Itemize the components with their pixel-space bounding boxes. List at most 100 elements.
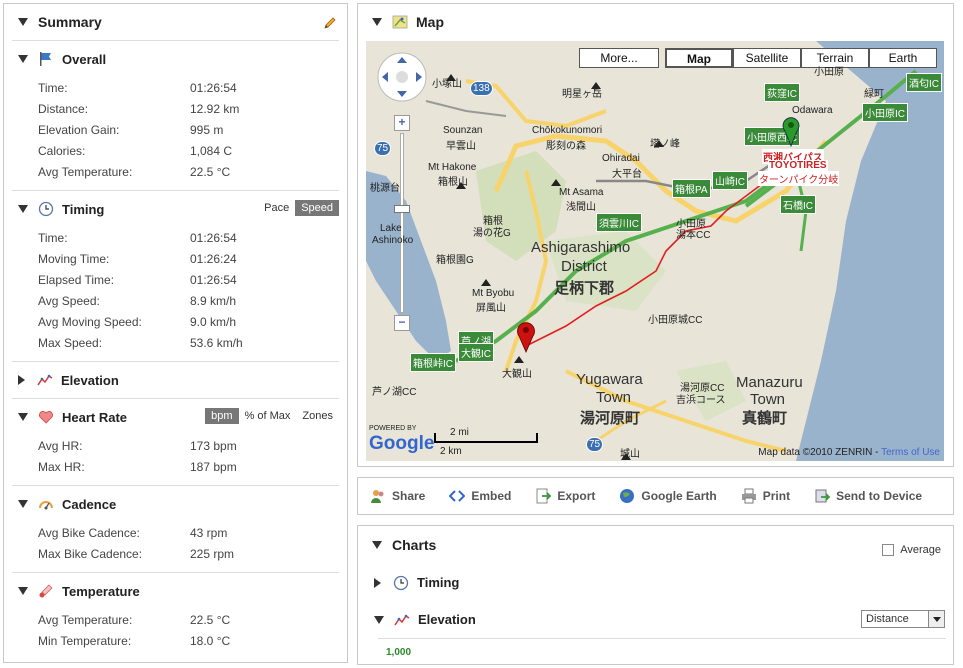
collapse-icon[interactable]: [18, 413, 28, 421]
map-canvas[interactable]: + − More... Map Satellite Terrain Earth …: [366, 41, 944, 461]
dropdown-arrow-icon[interactable]: [928, 611, 944, 627]
x-axis-select[interactable]: Distance: [861, 610, 945, 628]
map-header[interactable]: Map: [358, 4, 953, 40]
chart-timing-title: Timing: [417, 575, 460, 590]
collapse-icon[interactable]: [18, 55, 28, 63]
collapse-icon[interactable]: [374, 615, 384, 624]
average-checkbox[interactable]: [882, 544, 895, 556]
place-label: Town: [750, 391, 786, 408]
stat-label: Avg Moving Speed:: [38, 314, 142, 329]
place-label: Ohiradai: [602, 153, 640, 164]
collapse-icon[interactable]: [18, 18, 28, 26]
stat-value: 9.0 km/h: [190, 314, 237, 329]
expand-icon[interactable]: [18, 375, 25, 385]
pace-toggle[interactable]: Pace: [258, 200, 295, 216]
place-label: ターンパイク分岐: [758, 171, 840, 186]
stat-value: 01:26:54: [190, 80, 237, 95]
charts-header[interactable]: Charts: [358, 526, 953, 564]
collapse-icon[interactable]: [372, 541, 382, 549]
earth-button[interactable]: Earth: [869, 48, 937, 68]
place-label: Mt Byobu: [472, 288, 515, 299]
bpm-toggle[interactable]: bpm: [205, 408, 239, 424]
road-sign: 荻窪IC: [764, 83, 800, 102]
expand-icon[interactable]: [374, 577, 381, 588]
share-button[interactable]: Share: [370, 488, 425, 504]
stat-value: 01:26:54: [190, 230, 237, 245]
average-toggle[interactable]: Average: [882, 544, 941, 556]
stat-label: Elevation Gain:: [38, 122, 120, 137]
heart-rate-header[interactable]: Heart Rate bpm % of Max Zones: [12, 399, 339, 435]
stat-value: 43 rpm: [190, 525, 228, 540]
stat-value: 22.5 °C: [190, 612, 231, 627]
zoom-slider-handle[interactable]: [394, 205, 410, 213]
road-sign: 小田原IC: [862, 103, 908, 122]
place-label: Odawara: [792, 105, 833, 116]
y-axis-tick-label: 1,000: [386, 647, 412, 658]
heart-rate-toggle: bpm % of Max Zones: [205, 408, 339, 424]
elevation-chart-area: [378, 638, 946, 668]
cadence-header[interactable]: Cadence: [12, 486, 339, 522]
pan-control[interactable]: [376, 51, 428, 103]
road-sign: 山崎IC: [712, 171, 748, 190]
print-button[interactable]: Print: [741, 488, 790, 504]
percent-max-toggle[interactable]: % of Max: [239, 408, 297, 424]
temperature-rows: Avg Temperature: 22.5 °C Min Temperature: 1…: [12, 609, 339, 659]
stat-label: Max HR:: [38, 459, 85, 474]
place-label: Lake: [380, 223, 402, 234]
start-marker-icon[interactable]: [782, 117, 800, 147]
charts-title: Charts: [392, 537, 437, 553]
collapse-icon[interactable]: [372, 18, 382, 26]
place-label: 明星ヶ岳: [562, 89, 602, 100]
heart-icon: [38, 409, 54, 425]
stat-row: Avg HR: 173 bpm: [12, 435, 339, 456]
embed-label: Embed: [471, 489, 512, 503]
export-button[interactable]: Export: [535, 488, 595, 504]
chart-elevation-header[interactable]: Elevation Distance: [358, 601, 953, 638]
place-label: 湯本CC: [676, 230, 711, 241]
chart-timing-header[interactable]: Timing: [358, 564, 953, 601]
place-label: 足柄下郡: [554, 280, 615, 297]
zones-toggle[interactable]: Zones: [296, 408, 339, 424]
map-copyright: Map data ©2010 ZENRIN - Terms of Use: [758, 447, 940, 458]
stat-row: Max Speed: 53.6 km/h: [12, 332, 339, 353]
terms-link[interactable]: Terms of Use: [881, 447, 940, 458]
summary-title: Summary: [38, 14, 102, 30]
place-label: 小田原: [814, 67, 844, 78]
globe-icon: [619, 488, 635, 504]
embed-button[interactable]: Embed: [449, 488, 511, 504]
place-label: 吉浜コース: [676, 395, 726, 406]
stat-row: Moving Time: 01:26:24: [12, 248, 339, 269]
collapse-icon[interactable]: [18, 205, 28, 213]
place-label: 彫刻の森: [546, 141, 586, 152]
collapse-icon[interactable]: [18, 500, 28, 508]
timing-toggle: Pace Speed: [258, 200, 339, 216]
road-sign: 箱根PA: [672, 179, 711, 198]
map-title: Map: [416, 14, 444, 30]
overall-rows: Time: 01:26:54 Distance: 12.92 km Elevation …: [12, 77, 339, 190]
place-label: 湯河原町: [580, 410, 641, 427]
more-button[interactable]: More...: [579, 48, 659, 68]
speed-toggle[interactable]: Speed: [295, 200, 339, 216]
zoom-in-button[interactable]: +: [394, 115, 410, 131]
satellite-button[interactable]: Satellite: [733, 48, 801, 68]
summary-header[interactable]: Summary: [4, 4, 347, 40]
export-icon: [535, 488, 552, 504]
google-earth-button[interactable]: Google Earth: [619, 488, 717, 504]
send-to-device-button[interactable]: Send to Device: [814, 488, 922, 504]
end-marker-icon[interactable]: [516, 321, 536, 353]
edit-icon[interactable]: [323, 16, 337, 30]
temperature-header[interactable]: Temperature: [12, 573, 339, 609]
stat-row: Calories: 1,084 C: [12, 140, 339, 161]
map-icon: [392, 14, 408, 30]
google-logo[interactable]: Google: [369, 433, 434, 455]
timing-header[interactable]: Timing Pace Speed: [12, 191, 339, 227]
overall-header[interactable]: Overall: [12, 41, 339, 77]
zoom-out-button[interactable]: −: [394, 315, 410, 331]
stat-value: 12.92 km: [190, 101, 240, 116]
collapse-icon[interactable]: [18, 587, 28, 595]
place-label: 小田原城CC: [648, 315, 703, 326]
map-type-button[interactable]: Map: [665, 48, 733, 68]
overall-section: Overall Time: 01:26:54 Distance: 12.92 km El…: [12, 40, 339, 190]
place-label: 塔ノ峰: [650, 139, 680, 150]
elevation-header[interactable]: Elevation: [12, 362, 339, 398]
